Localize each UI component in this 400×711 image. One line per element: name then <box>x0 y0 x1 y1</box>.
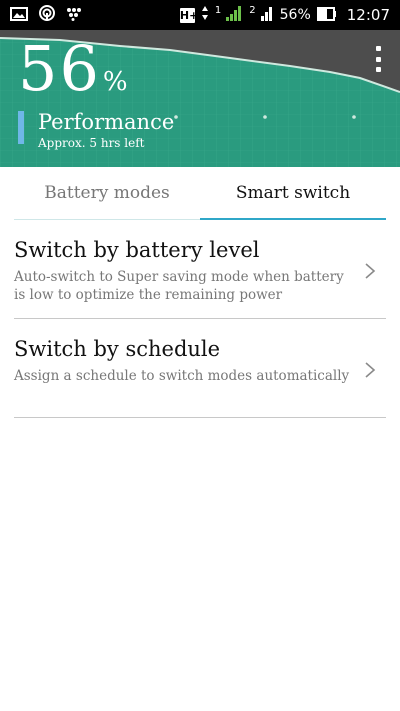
battery-header: 56% Performance Approx. 5 hrs left <box>0 30 400 167</box>
image-icon <box>10 6 28 25</box>
signal-icon <box>225 4 243 26</box>
chevron-right-icon <box>365 263 376 279</box>
percent-sign: % <box>102 67 128 97</box>
overflow-menu-button[interactable] <box>372 46 384 72</box>
list-item-title: Switch by schedule <box>14 337 221 361</box>
remaining-time-text: Approx. 5 hrs left <box>38 136 145 150</box>
tab-smart-switch[interactable]: Smart switch <box>200 167 386 220</box>
menu-dot <box>375 46 381 51</box>
menu-dot <box>375 67 381 72</box>
smart-switch-list: Switch by battery level Auto-switch to S… <box>14 220 386 418</box>
hotspot-icon <box>38 4 56 26</box>
list-item-switch-by-schedule[interactable]: Switch by schedule Assign a schedule to … <box>14 319 386 418</box>
clock: 12:07 <box>346 6 390 24</box>
blackberry-icon <box>66 6 82 25</box>
list-item-description: Auto-switch to Super saving mode when ba… <box>14 269 344 303</box>
data-arrows-icon <box>201 5 209 25</box>
list-item-description: Assign a schedule to switch modes automa… <box>14 368 350 384</box>
battery-level-display: 56% <box>18 38 128 100</box>
battery-icon <box>316 6 337 25</box>
tab-battery-modes[interactable]: Battery modes <box>14 167 200 220</box>
list-item-switch-by-battery-level[interactable]: Switch by battery level Auto-switch to S… <box>14 220 386 319</box>
tab-bar: Battery modes Smart switch <box>14 167 386 220</box>
mode-accent-bar <box>18 111 24 144</box>
system-icons: H+ 1 2 56% 12:07 <box>179 4 390 26</box>
chevron-right-icon <box>365 362 376 378</box>
status-bar: H+ 1 2 56% 12:07 <box>0 0 400 30</box>
sim2-label: 2 <box>249 4 256 16</box>
notification-icons <box>10 4 82 26</box>
current-mode-title: Performance <box>38 110 175 134</box>
menu-dot <box>375 56 381 62</box>
sim1-label: 1 <box>214 4 222 16</box>
list-item-title: Switch by battery level <box>14 238 260 262</box>
battery-percent-text: 56% <box>279 7 311 23</box>
battery-level-value: 56 <box>18 32 101 105</box>
signal-icon-2 <box>260 4 274 26</box>
network-type-badge: H+ <box>179 7 199 23</box>
